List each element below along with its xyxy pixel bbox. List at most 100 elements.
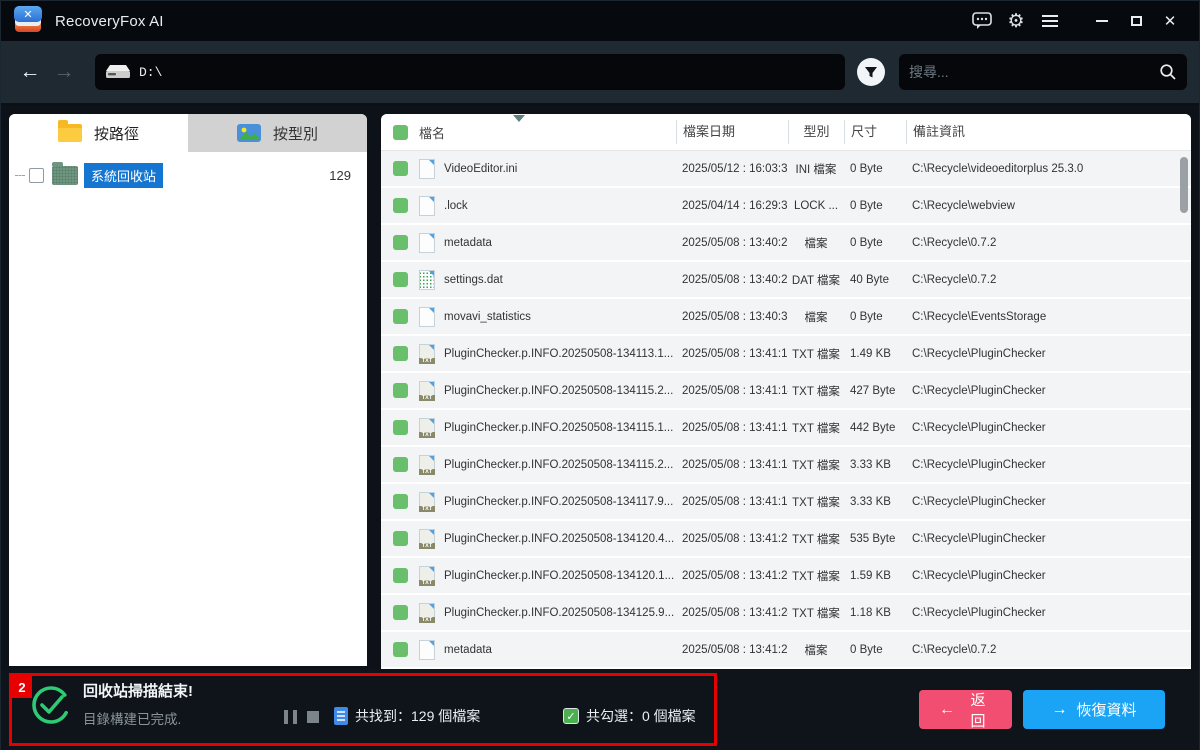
- file-date: 2025/05/08 : 13:40:28: [682, 236, 788, 249]
- search-icon[interactable]: [1159, 63, 1177, 81]
- file-size: 427 Byte: [850, 384, 896, 397]
- file-size: 0 Byte: [850, 643, 883, 656]
- file-remark-path: C:\Recycle\PluginChecker: [912, 606, 1046, 619]
- file-icon: TXT: [419, 454, 435, 475]
- file-type: DAT 檔案: [791, 274, 841, 287]
- scan-status-title: 回收站掃描結束!: [83, 683, 193, 700]
- table-row[interactable]: metadata 2025/05/08 : 13:41:20 檔案 0 Byte…: [381, 632, 1191, 669]
- forward-arrow-icon[interactable]: →: [47, 55, 81, 89]
- file-name: movavi_statistics: [444, 310, 531, 323]
- table-row[interactable]: metadata 2025/05/08 : 13:40:28 檔案 0 Byte…: [381, 225, 1191, 262]
- drive-icon: [106, 65, 130, 78]
- file-type: TXT 檔案: [792, 533, 840, 546]
- table-row[interactable]: TXT PluginChecker.p.INFO.20250508-134115…: [381, 410, 1191, 447]
- table-row[interactable]: settings.dat 2025/05/08 : 13:40:28 DAT 檔…: [381, 262, 1191, 299]
- row-checkbox[interactable]: [381, 531, 419, 546]
- file-date: 2025/05/08 : 13:40:30: [682, 310, 788, 323]
- row-checkbox[interactable]: [381, 346, 419, 361]
- row-checkbox[interactable]: [381, 161, 419, 176]
- left-arrow-icon: ←: [939, 700, 955, 718]
- filter-button[interactable]: [857, 58, 885, 86]
- recover-button-label: 恢復資料: [1076, 702, 1137, 719]
- row-checkbox[interactable]: [381, 420, 419, 435]
- file-type: TXT 檔案: [792, 607, 840, 620]
- file-size: 40 Byte: [850, 273, 889, 286]
- row-checkbox[interactable]: [381, 309, 419, 324]
- settings-gear-icon[interactable]: ⚙: [999, 7, 1033, 35]
- file-icon: TXT: [419, 491, 435, 512]
- file-type: 檔案: [804, 311, 828, 324]
- row-checkbox[interactable]: [381, 494, 419, 509]
- row-checkbox[interactable]: [381, 383, 419, 398]
- txt-badge-label: TXT: [419, 505, 435, 512]
- minimize-button[interactable]: [1085, 7, 1119, 35]
- file-remark-path: C:\Recycle\PluginChecker: [912, 421, 1046, 434]
- file-type: INI 檔案: [795, 163, 837, 176]
- folder-icon: [57, 120, 82, 142]
- scan-complete-check-icon: [32, 686, 70, 724]
- sort-indicator-icon[interactable]: [513, 115, 525, 122]
- table-row[interactable]: TXT PluginChecker.p.INFO.20250508-134125…: [381, 595, 1191, 632]
- close-button[interactable]: ✕: [1153, 7, 1187, 35]
- header-select-all-checkbox[interactable]: [381, 124, 419, 140]
- file-size: 1.59 KB: [850, 569, 891, 582]
- file-size: 3.33 KB: [850, 495, 891, 508]
- folder-tree: 系統回收站 129: [9, 152, 367, 188]
- table-row[interactable]: VideoEditor.ini 2025/05/12 : 16:03:36 IN…: [381, 151, 1191, 188]
- row-checkbox[interactable]: [381, 568, 419, 583]
- header-remark[interactable]: 備註資訊: [906, 120, 1191, 144]
- current-path: D:\: [139, 64, 163, 80]
- table-row[interactable]: TXT PluginChecker.p.INFO.20250508-134117…: [381, 484, 1191, 521]
- tab-by-type[interactable]: 按型別: [188, 114, 367, 152]
- file-remark-path: C:\Recycle\PluginChecker: [912, 495, 1046, 508]
- file-name: VideoEditor.ini: [444, 162, 518, 175]
- row-checkbox[interactable]: [381, 457, 419, 472]
- file-name: PluginChecker.p.INFO.20250508-134117.9..…: [444, 495, 674, 508]
- back-button-label: 返回: [970, 691, 986, 730]
- table-row[interactable]: TXT PluginChecker.p.INFO.20250508-134113…: [381, 336, 1191, 373]
- row-checkbox[interactable]: [381, 605, 419, 620]
- file-type: TXT 檔案: [792, 570, 840, 583]
- table-row[interactable]: TXT PluginChecker.p.INFO.20250508-134120…: [381, 558, 1191, 595]
- file-remark-path: C:\Recycle\PluginChecker: [912, 384, 1046, 397]
- file-type: 檔案: [804, 644, 828, 657]
- back-button[interactable]: ← 返回: [919, 690, 1012, 730]
- file-date: 2025/05/08 : 13:41:20: [682, 532, 788, 545]
- vertical-scrollbar[interactable]: [1180, 157, 1188, 213]
- file-remark-path: C:\Recycle\PluginChecker: [912, 532, 1046, 545]
- menu-icon[interactable]: [1033, 7, 1067, 35]
- stop-icon[interactable]: [307, 711, 319, 723]
- table-row[interactable]: TXT PluginChecker.p.INFO.20250508-134115…: [381, 447, 1191, 484]
- header-name[interactable]: 檔名: [419, 123, 676, 142]
- feedback-chat-icon[interactable]: [965, 7, 999, 35]
- header-size[interactable]: 尺寸: [844, 120, 906, 144]
- row-checkbox[interactable]: [381, 272, 419, 287]
- table-row[interactable]: TXT PluginChecker.p.INFO.20250508-134120…: [381, 521, 1191, 558]
- file-icon: TXT: [419, 343, 435, 364]
- tree-item-recycle-bin[interactable]: 系統回收站 129: [15, 161, 357, 188]
- file-date: 2025/05/08 : 13:40:28: [682, 273, 788, 286]
- pause-icon[interactable]: [284, 710, 297, 724]
- search-input[interactable]: [909, 64, 1159, 80]
- maximize-button[interactable]: [1119, 7, 1153, 35]
- file-icon: [419, 158, 435, 179]
- file-icon: TXT: [419, 528, 435, 549]
- row-checkbox[interactable]: [381, 642, 419, 657]
- table-row[interactable]: TXT PluginChecker.p.INFO.20250508-134115…: [381, 373, 1191, 410]
- recover-data-button[interactable]: → 恢復資料: [1023, 690, 1165, 729]
- txt-badge-label: TXT: [419, 468, 435, 475]
- status-bar: 2 回收站掃描結束! 目錄構建已完成. 共找到：129 個檔案 ✓ 共勾選：0 …: [1, 669, 1199, 750]
- row-checkbox[interactable]: [381, 235, 419, 250]
- header-date[interactable]: 檔案日期: [676, 120, 788, 144]
- file-type: TXT 檔案: [792, 459, 840, 472]
- tree-item-checkbox[interactable]: [29, 167, 44, 183]
- file-size: 1.18 KB: [850, 606, 891, 619]
- tab-by-path[interactable]: 按路徑: [9, 114, 188, 152]
- table-row[interactable]: movavi_statistics 2025/05/08 : 13:40:30 …: [381, 299, 1191, 336]
- row-checkbox[interactable]: [381, 198, 419, 213]
- header-type[interactable]: 型別: [788, 120, 844, 144]
- table-row[interactable]: .lock 2025/04/14 : 16:29:36 LOCK ... 0 B…: [381, 188, 1191, 225]
- path-bar[interactable]: D:\: [95, 54, 845, 90]
- back-arrow-icon[interactable]: ←: [13, 55, 47, 89]
- tree-item-label[interactable]: 系統回收站: [84, 162, 164, 188]
